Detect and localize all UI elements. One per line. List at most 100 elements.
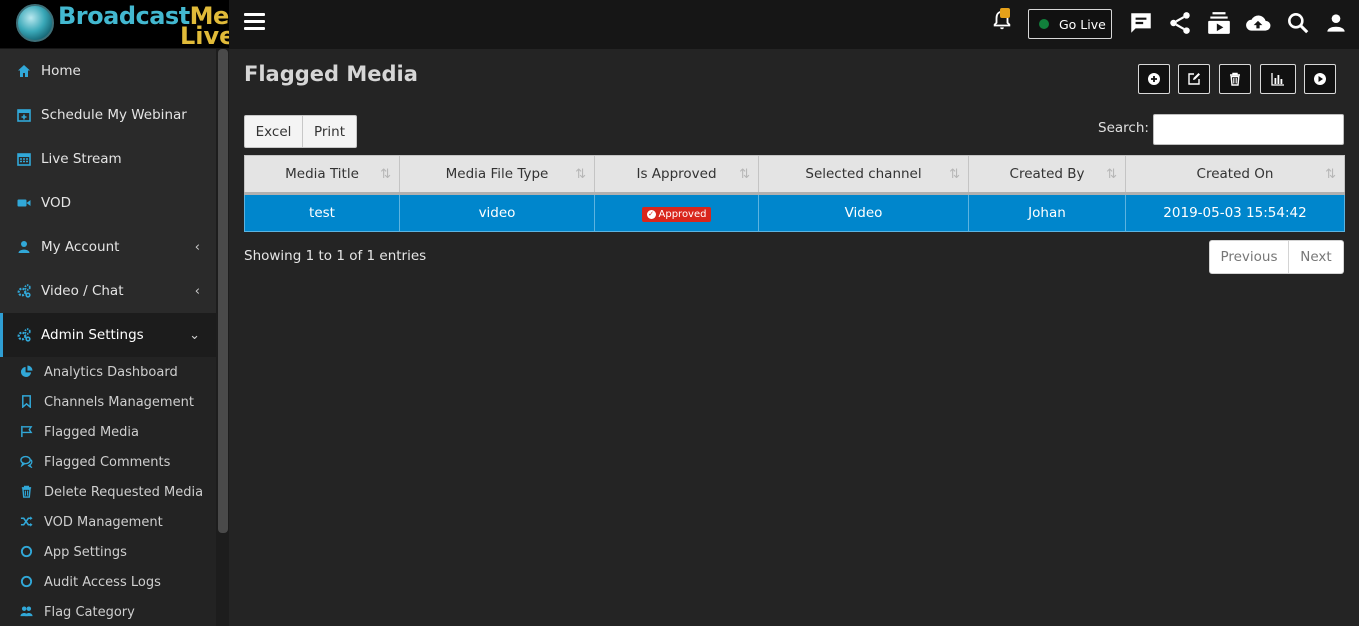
bar-chart-icon bbox=[1271, 73, 1284, 86]
column-header-created-on[interactable]: Created On ⇅ bbox=[1125, 155, 1345, 195]
cell-created-by: Johan bbox=[968, 193, 1126, 232]
cogs-icon bbox=[17, 328, 31, 342]
column-header-is-approved[interactable]: Is Approved ⇅ bbox=[594, 155, 759, 195]
brand-name: Broadcast bbox=[58, 2, 190, 30]
table-header-row: Media Title ⇅ Media File Type ⇅ Is Approve… bbox=[244, 155, 1345, 195]
edit-icon bbox=[1188, 73, 1200, 85]
column-header-media-file-type[interactable]: Media File Type ⇅ bbox=[399, 155, 595, 195]
sidebar-subitem-delete-requested-media[interactable]: Delete Requested Media bbox=[0, 477, 216, 507]
bookmark-icon bbox=[20, 395, 34, 409]
sort-icon: ⇅ bbox=[1106, 167, 1117, 182]
flagged-media-table: Media Title ⇅ Media File Type ⇅ Is Approve… bbox=[244, 155, 1345, 232]
sidebar-subitem-app-settings[interactable]: App Settings bbox=[0, 537, 216, 567]
sidebar-item-label: Schedule My Webinar bbox=[41, 107, 187, 123]
go-live-label: Go Live bbox=[1059, 16, 1106, 32]
sidebar-subitem-label: App Settings bbox=[44, 544, 127, 560]
check-circle-icon: ✓ bbox=[646, 210, 656, 219]
sidebar-scrollbar-thumb[interactable] bbox=[218, 49, 228, 533]
add-button[interactable] bbox=[1138, 64, 1170, 94]
admin-submenu: Analytics Dashboard Channels Management … bbox=[0, 357, 216, 626]
sidebar-item-home[interactable]: Home bbox=[0, 49, 216, 93]
cell-file-type: video bbox=[399, 193, 595, 232]
previous-button[interactable]: Previous bbox=[1209, 240, 1289, 274]
excel-button[interactable]: Excel bbox=[244, 115, 303, 148]
sidebar-subitem-flagged-media[interactable]: Flagged Media bbox=[0, 417, 216, 447]
circle-icon bbox=[20, 545, 34, 559]
subscriptions-icon[interactable] bbox=[1206, 10, 1232, 36]
sidebar-item-vod[interactable]: VOD bbox=[0, 181, 216, 225]
page-title: Flagged Media bbox=[244, 62, 418, 86]
cell-created-on: 2019-05-03 15:54:42 bbox=[1125, 193, 1345, 232]
sidebar-subitem-vod-management[interactable]: VOD Management bbox=[0, 507, 216, 537]
trash-icon bbox=[1230, 72, 1240, 86]
sidebar-item-label: Live Stream bbox=[41, 151, 122, 167]
sidebar-item-my-account[interactable]: My Account ‹ bbox=[0, 225, 216, 269]
sidebar-subitem-audit-access-logs[interactable]: Audit Access Logs bbox=[0, 567, 216, 597]
account-icon[interactable] bbox=[1323, 10, 1349, 36]
sidebar-item-schedule-webinar[interactable]: Schedule My Webinar bbox=[0, 93, 216, 137]
cloud-upload-icon[interactable] bbox=[1245, 10, 1271, 36]
sidebar-item-label: Home bbox=[41, 63, 81, 79]
users-icon bbox=[20, 605, 34, 619]
sidebar-item-label: VOD bbox=[41, 195, 72, 211]
globe-icon bbox=[16, 4, 54, 42]
menu-toggle-icon[interactable] bbox=[244, 13, 265, 31]
topbar: Go Live bbox=[229, 0, 1359, 49]
brand-live: Live bbox=[180, 22, 229, 48]
column-header-media-title[interactable]: Media Title ⇅ bbox=[244, 155, 400, 195]
brand-logo[interactable]: BroadcastMe Live bbox=[0, 0, 229, 48]
sidebar-subitem-label: Flag Category bbox=[44, 604, 135, 620]
cell-media-title: test bbox=[244, 193, 400, 232]
sidebar-subitem-label: Flagged Comments bbox=[44, 454, 171, 470]
export-buttons: Excel Print bbox=[244, 115, 357, 148]
video-camera-icon bbox=[17, 196, 31, 210]
search-icon[interactable] bbox=[1285, 10, 1311, 36]
sort-icon: ⇅ bbox=[1325, 167, 1336, 182]
table-info: Showing 1 to 1 of 1 entries bbox=[244, 248, 427, 264]
next-button[interactable]: Next bbox=[1289, 240, 1344, 274]
sidebar-item-video-chat[interactable]: Video / Chat ‹ bbox=[0, 269, 216, 313]
trash-icon bbox=[20, 485, 34, 499]
sort-icon: ⇅ bbox=[949, 167, 960, 182]
print-button[interactable]: Print bbox=[303, 115, 357, 148]
delete-button[interactable] bbox=[1219, 64, 1251, 94]
search-label: Search: bbox=[1098, 120, 1149, 136]
sidebar-item-live-stream[interactable]: Live Stream bbox=[0, 137, 216, 181]
pagination: Previous Next bbox=[1209, 240, 1344, 274]
stats-button[interactable] bbox=[1260, 64, 1296, 94]
cell-channel: Video bbox=[758, 193, 969, 232]
notification-badge bbox=[1000, 8, 1010, 18]
cogs-icon bbox=[17, 284, 31, 298]
user-icon bbox=[17, 240, 31, 254]
plus-circle-icon bbox=[1148, 73, 1160, 85]
comments-icon bbox=[20, 455, 34, 469]
search-input[interactable] bbox=[1153, 114, 1344, 145]
approved-badge[interactable]: ✓ Approved bbox=[641, 207, 712, 222]
sidebar-subitem-analytics-dashboard[interactable]: Analytics Dashboard bbox=[0, 357, 216, 387]
sidebar-subitem-flag-category[interactable]: Flag Category bbox=[0, 597, 216, 626]
sidebar-item-label: Video / Chat bbox=[41, 283, 124, 299]
chat-icon[interactable] bbox=[1128, 10, 1154, 36]
sidebar-item-label: My Account bbox=[41, 239, 120, 255]
sidebar-item-label: Admin Settings bbox=[41, 327, 144, 343]
go-live-button[interactable]: Go Live bbox=[1028, 9, 1112, 39]
circle-icon bbox=[20, 575, 34, 589]
live-status-dot bbox=[1039, 19, 1049, 29]
column-header-created-by[interactable]: Created By ⇅ bbox=[968, 155, 1126, 195]
chevron-down-icon: ⌄ bbox=[189, 327, 200, 343]
sort-icon: ⇅ bbox=[575, 167, 586, 182]
edit-button[interactable] bbox=[1178, 64, 1210, 94]
sidebar-subitem-channels-management[interactable]: Channels Management bbox=[0, 387, 216, 417]
sidebar-subitem-label: Flagged Media bbox=[44, 424, 139, 440]
sidebar-subitem-label: Delete Requested Media bbox=[44, 484, 204, 500]
share-icon[interactable] bbox=[1167, 10, 1193, 36]
calendar-plus-icon bbox=[17, 108, 31, 122]
sidebar-subitem-flagged-comments[interactable]: Flagged Comments bbox=[0, 447, 216, 477]
play-button[interactable] bbox=[1304, 64, 1336, 94]
calendar-icon bbox=[17, 152, 31, 166]
flag-icon bbox=[20, 425, 34, 439]
column-header-selected-channel[interactable]: Selected channel ⇅ bbox=[758, 155, 969, 195]
table-row[interactable]: test video ✓ Approved Video Johan 2019-05… bbox=[244, 193, 1345, 232]
sidebar-item-admin-settings[interactable]: Admin Settings ⌄ bbox=[0, 313, 216, 357]
random-icon bbox=[20, 515, 34, 529]
